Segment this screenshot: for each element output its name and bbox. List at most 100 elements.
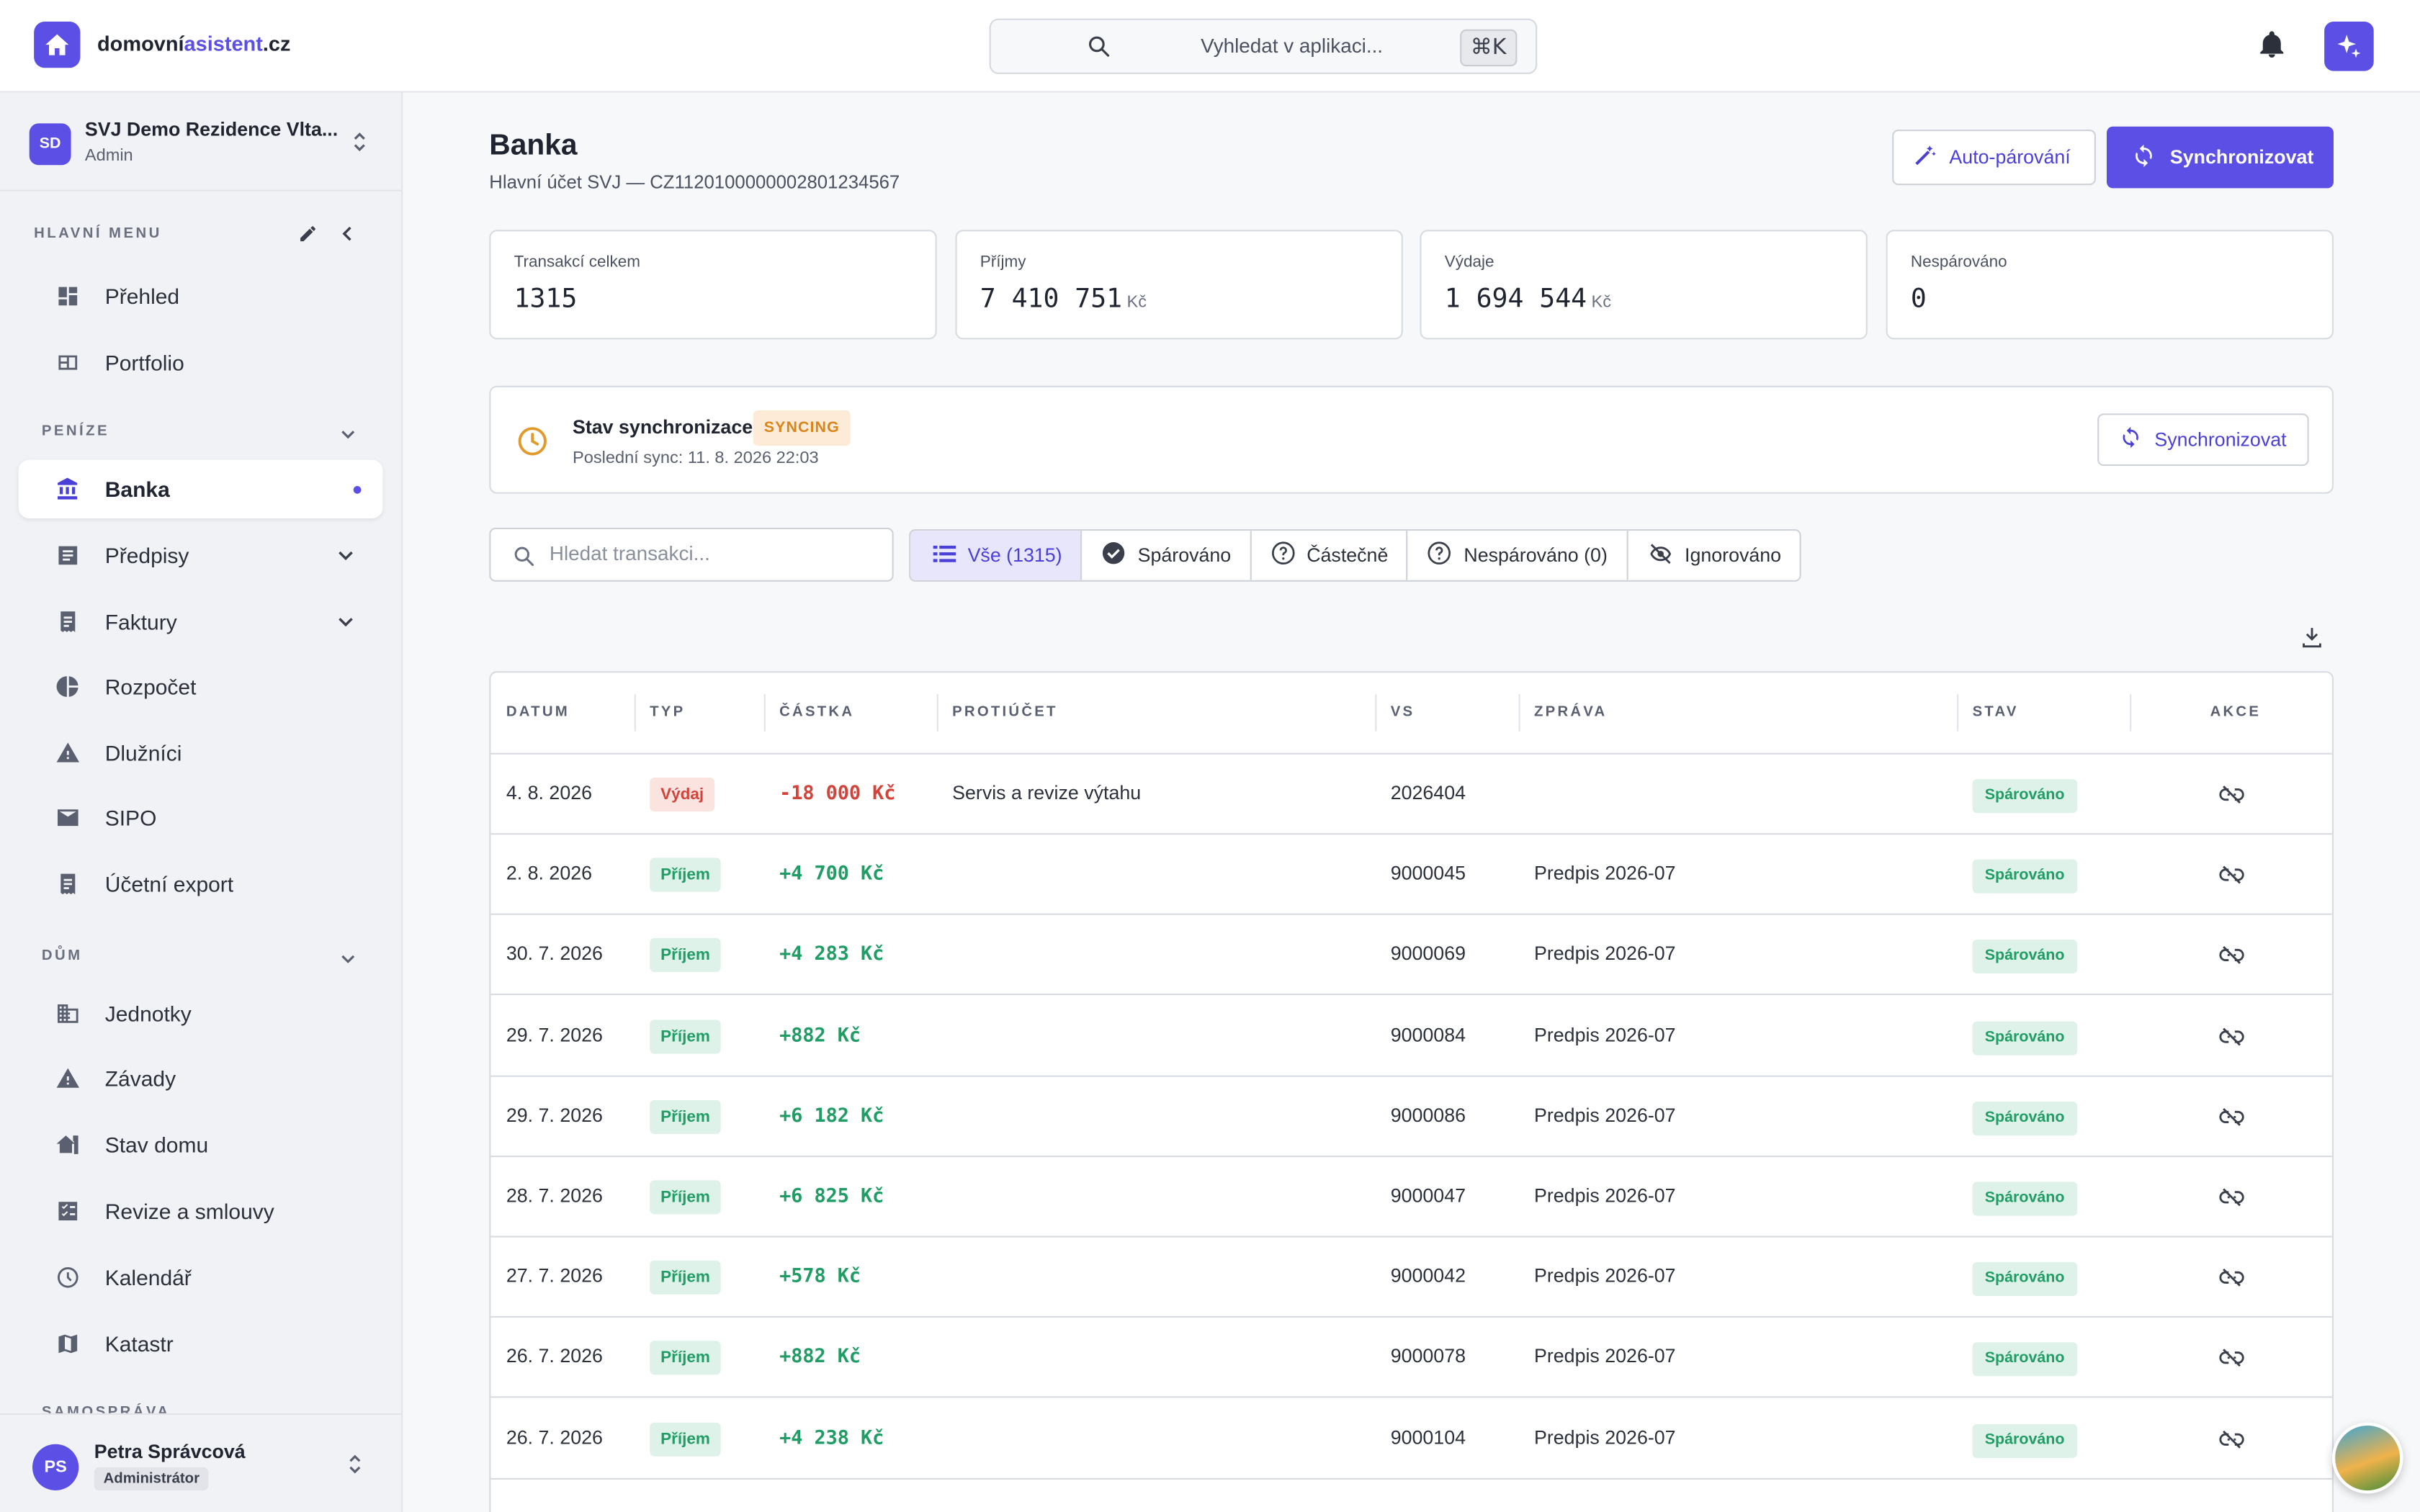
chevron-down-icon[interactable] (339, 423, 357, 451)
sparkle-icon (2337, 35, 2361, 58)
column-header[interactable]: ZPRÁVA (1534, 703, 1607, 721)
global-search[interactable]: Vyhledat v aplikaci... ⌘K (989, 18, 1538, 74)
unlink-icon[interactable] (2218, 1024, 2246, 1056)
sidebar-item-zavady[interactable]: Závady (19, 1049, 383, 1107)
edit-icon[interactable] (298, 224, 318, 252)
column-divider (936, 694, 938, 732)
unlink-icon[interactable] (2218, 1266, 2246, 1298)
ai-assistant-button[interactable] (2324, 22, 2374, 71)
home-logo-icon[interactable] (34, 22, 81, 68)
search-icon (512, 544, 535, 575)
transaction-search-input[interactable] (549, 541, 874, 565)
bell-icon[interactable] (2257, 28, 2287, 70)
cell-date: 2. 8. 2026 (506, 863, 593, 885)
cell-vs: 9000045 (1390, 863, 1466, 885)
unlink-icon[interactable] (2218, 1346, 2246, 1378)
sidebar-item-revize[interactable]: Revize a smlouvy (19, 1182, 383, 1240)
sidebar-item-label: Faktury (104, 609, 177, 634)
unlink-icon[interactable] (2218, 1185, 2246, 1218)
sidebar-item-kalendar[interactable]: Kalendář (19, 1248, 383, 1307)
cell-date: 26. 7. 2026 (506, 1346, 603, 1368)
table-row[interactable]: 4. 8. 2026 Výdaj -18 000 Kč Servis a revize… (490, 755, 2332, 835)
stat-number: 0 (1910, 284, 1927, 315)
stat-label: Výdaje (1444, 253, 1494, 272)
sidebar-item-sipo[interactable]: SIPO (19, 788, 383, 847)
tab-all[interactable]: Vše (1315) (910, 531, 1081, 580)
stat-card-total: Transakcí celkem 1315 (489, 230, 937, 340)
table-row[interactable]: 30. 7. 2026 Příjem +4 283 Kč 9000069 Predpis… (490, 916, 2332, 996)
cell-date: 26. 7. 2026 (506, 1426, 603, 1449)
clock-icon (516, 424, 550, 466)
download-icon[interactable] (2300, 625, 2324, 657)
cell-message: Predpis 2026-07 (1534, 1426, 1676, 1449)
brand-name[interactable]: domovníasistent.cz (97, 32, 290, 55)
list-icon (932, 542, 956, 568)
table-row[interactable]: 28. 7. 2026 Příjem +6 825 Kč 9000047 Predpis… (490, 1157, 2332, 1238)
type-badge: Příjem (650, 1099, 721, 1134)
column-header[interactable]: STAV (1973, 703, 2019, 721)
auto-match-button[interactable]: Auto-párování (1892, 130, 2096, 186)
cell-date: 28. 7. 2026 (506, 1184, 603, 1207)
sidebar-item-dluznici[interactable]: Dlužníci (19, 724, 383, 782)
cell-message: Predpis 2026-07 (1534, 1184, 1676, 1207)
cell-vs: 9000069 (1390, 943, 1466, 966)
unlink-icon[interactable] (2218, 863, 2246, 895)
sidebar-item-katastr[interactable]: Katastr (19, 1315, 383, 1373)
cell-message: Predpis 2026-07 (1534, 863, 1676, 885)
org-role: Admin (84, 146, 133, 166)
table-row[interactable]: 26. 7. 2026 Příjem +4 238 Kč 9000104 Predpis… (490, 1399, 2332, 1480)
sync-button[interactable]: Synchronizovat (2107, 126, 2334, 189)
column-header[interactable]: DATUM (506, 703, 570, 721)
sidebar-item-ucetni-export[interactable]: Účetní export (19, 855, 383, 913)
cell-message: Predpis 2026-07 (1534, 1265, 1676, 1287)
tab-matched[interactable]: Spárováno (1080, 531, 1250, 580)
tab-partial[interactable]: Částečně (1249, 531, 1407, 580)
org-switcher[interactable]: SD SVJ Demo Rezidence Vlta... Admin (0, 93, 402, 192)
sidebar-item-banka[interactable]: Banka (18, 459, 383, 518)
column-header[interactable]: ČÁSTKA (779, 703, 854, 721)
sidebar-item-faktury[interactable]: Faktury (19, 593, 383, 651)
collapse-sidebar-icon[interactable] (338, 224, 357, 252)
sidebar-item-label: Katastr (104, 1331, 174, 1356)
sync-now-button[interactable]: Synchronizovat (2097, 413, 2309, 467)
column-header[interactable]: TYP (650, 703, 685, 721)
sidebar-item-rozpocet[interactable]: Rozpočet (19, 657, 383, 716)
table-row[interactable]: 2. 8. 2026 Příjem +4 700 Kč 9000045 Predpis … (490, 835, 2332, 916)
unlink-icon[interactable] (2218, 1426, 2246, 1459)
mail-icon (55, 806, 80, 830)
table-row[interactable]: 27. 7. 2026 Příjem +578 Kč 9000042 Predpis 2… (490, 1238, 2332, 1318)
user-menu[interactable]: PS Petra Správcová Administrátor (0, 1413, 402, 1512)
dashboard-icon (55, 284, 80, 308)
page-subtitle: Hlavní účet SVJ — CZ11201000000028012345… (489, 171, 900, 193)
sidebar-item-jednotky[interactable]: Jednotky (19, 984, 383, 1043)
stat-value: 7 410 751 Kč (980, 284, 1147, 315)
tab-ignored[interactable]: Ignorováno (1626, 531, 1800, 580)
tab-label: Vše (1315) (967, 544, 1062, 567)
unlink-icon[interactable] (2218, 1104, 2246, 1137)
table-row[interactable]: 29. 7. 2026 Příjem +882 Kč 9000084 Predpis 2… (490, 996, 2332, 1076)
cell-date: 4. 8. 2026 (506, 782, 593, 804)
assistant-avatar[interactable] (2331, 1422, 2403, 1494)
column-header[interactable]: PROTIÚČET (952, 703, 1058, 721)
status-badge: Spárováno (1972, 779, 2077, 814)
sidebar-item-label: Jednotky (104, 1001, 192, 1026)
sidebar-item-portfolio[interactable]: Portfolio (19, 333, 383, 392)
chevron-down-icon[interactable] (339, 948, 357, 976)
type-badge: Příjem (650, 938, 721, 973)
sidebar-item-stav-domu[interactable]: Stav domu (19, 1115, 383, 1174)
stat-label: Nespárováno (1910, 253, 2007, 272)
pie-chart-icon (55, 674, 80, 698)
tab-unmatched[interactable]: Nespárováno (0) (1407, 531, 1626, 580)
page-title: Banka (489, 130, 578, 162)
unlink-icon[interactable] (2218, 943, 2246, 976)
sidebar-item-prehled[interactable]: Přehled (19, 267, 383, 325)
sidebar-item-predpisy[interactable]: Předpisy (19, 526, 383, 585)
type-badge: Výdaj (650, 778, 715, 812)
cell-vs: 2026404 (1390, 782, 1466, 804)
table-header: DATUM TYP ČÁSTKA PROTIÚČET VS ZPRÁVA STA… (490, 672, 2332, 755)
table-row[interactable]: 29. 7. 2026 Příjem +6 182 Kč 9000086 Predpis… (490, 1076, 2332, 1157)
table-row[interactable]: 26. 7. 2026 Příjem +882 Kč 9000078 Predpis 2… (490, 1318, 2332, 1399)
column-header[interactable]: VS (1391, 703, 1415, 721)
unlink-icon[interactable] (2218, 782, 2246, 814)
warning-icon (55, 1066, 80, 1091)
